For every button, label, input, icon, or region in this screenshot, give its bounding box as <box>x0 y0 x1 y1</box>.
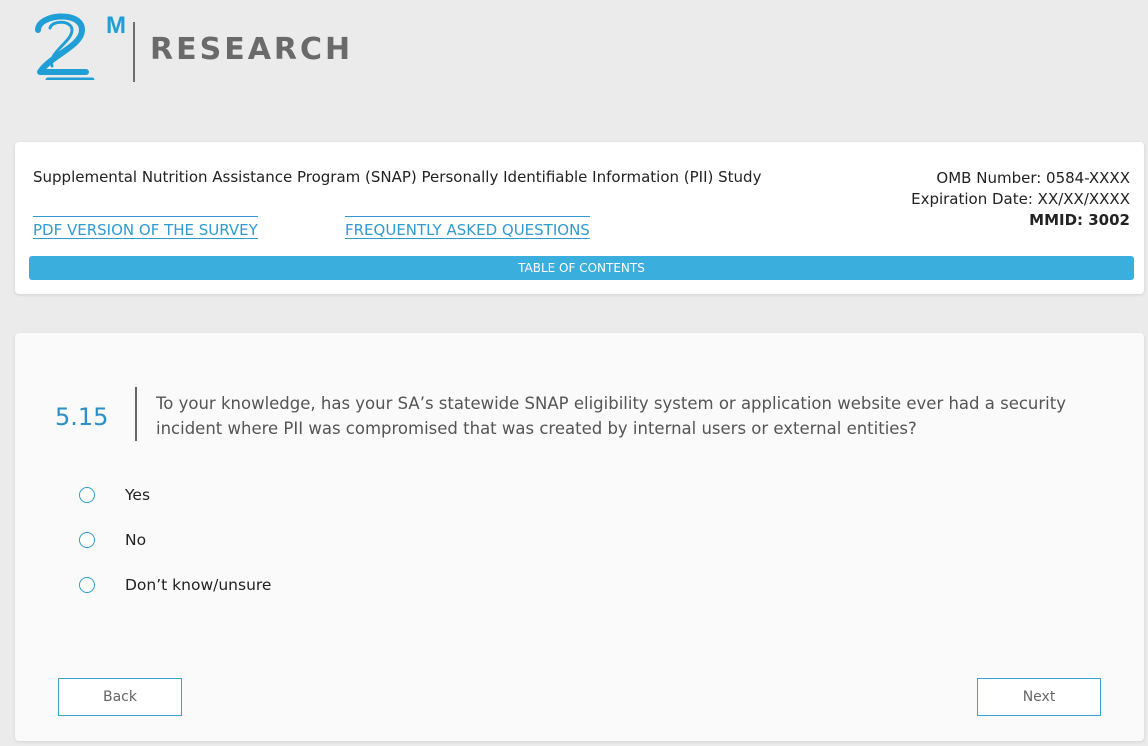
option-dont-know[interactable]: Don’t know/unsure <box>79 576 271 594</box>
logo-divider <box>133 22 135 82</box>
option-label: Yes <box>125 486 151 504</box>
study-title: Supplemental Nutrition Assistance Progra… <box>33 168 762 186</box>
option-no[interactable]: No <box>79 531 146 549</box>
logo-2-icon <box>35 13 95 80</box>
faq-link[interactable]: FREQUENTLY ASKED QUESTIONS <box>345 216 590 239</box>
question-text: To your knowledge, has your SA’s statewi… <box>156 394 1066 438</box>
survey-page: M RESEARCH Supplemental Nutrition Assist… <box>0 0 1148 746</box>
mmid: MMID: 3002 <box>1029 211 1130 229</box>
option-label: Don’t know/unsure <box>125 576 272 594</box>
question-card: 5.15 To your knowledge, has your SA’s st… <box>15 333 1144 741</box>
back-button[interactable]: Back <box>58 678 182 716</box>
logo-superscript: M <box>106 12 126 39</box>
next-button[interactable]: Next <box>977 678 1101 716</box>
expiration-date: Expiration Date: XX/XX/XXXX <box>911 190 1130 208</box>
omb-info: OMB Number: 0584-XXXX Expiration Date: X… <box>911 168 1130 231</box>
brand-logo: M RESEARCH <box>30 8 350 82</box>
question-divider <box>135 387 137 441</box>
table-of-contents-button[interactable]: TABLE OF CONTENTS <box>29 256 1134 280</box>
radio-button-yes[interactable] <box>79 487 95 503</box>
header-card: Supplemental Nutrition Assistance Progra… <box>15 142 1144 294</box>
radio-button-dont-know[interactable] <box>79 577 95 593</box>
pdf-version-link[interactable]: PDF VERSION OF THE SURVEY <box>33 216 258 239</box>
question-number: 5.15 <box>55 403 109 431</box>
logo-mark: M <box>30 8 126 80</box>
logo-wordmark: RESEARCH <box>150 32 354 67</box>
omb-number: OMB Number: 0584-XXXX <box>936 169 1130 187</box>
option-yes[interactable]: Yes <box>79 486 150 504</box>
radio-button-no[interactable] <box>79 532 95 548</box>
option-label: No <box>125 531 147 549</box>
